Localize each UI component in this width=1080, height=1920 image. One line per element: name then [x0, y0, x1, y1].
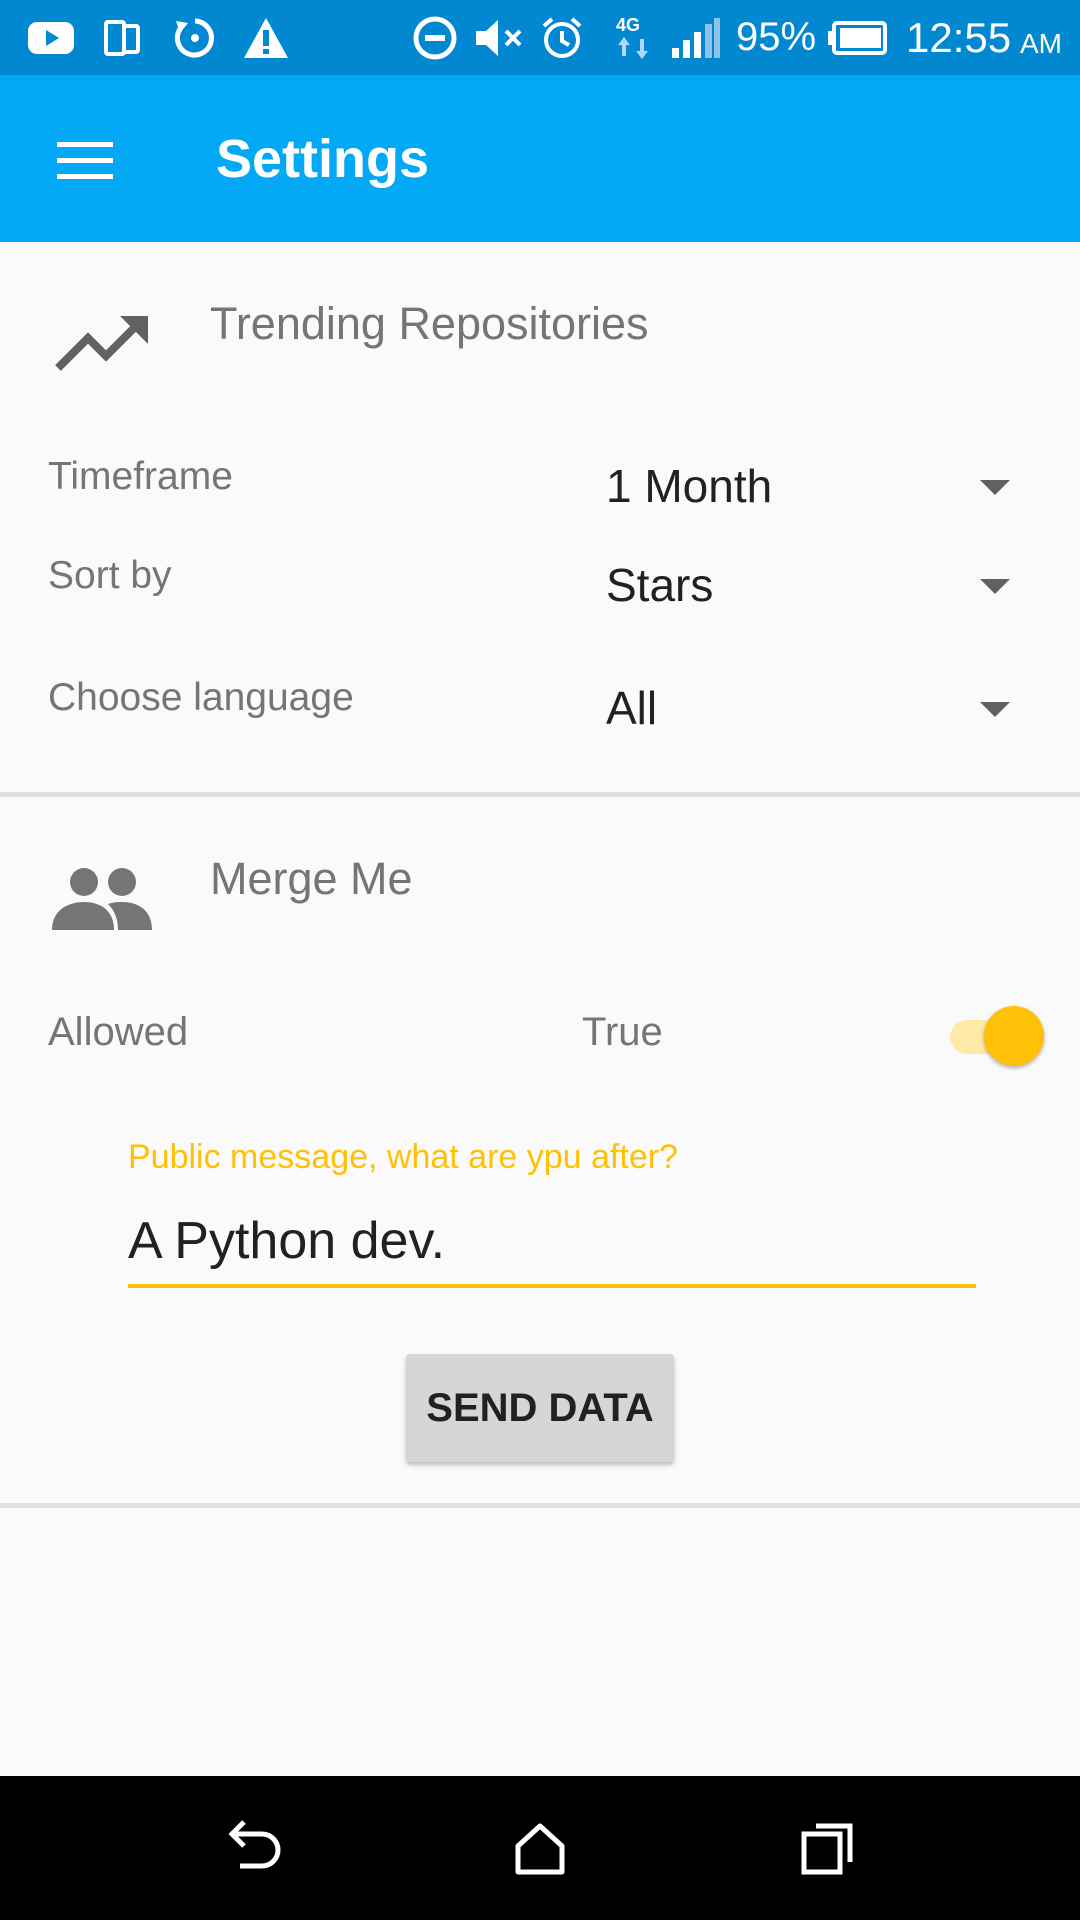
message-input[interactable]: [128, 1198, 976, 1288]
alarm-icon: [538, 14, 586, 62]
do-not-disturb-icon: [412, 14, 458, 62]
trending-section-title: Trending Repositories: [210, 298, 649, 349]
send-data-button[interactable]: SEND DATA: [406, 1354, 674, 1462]
home-icon: [515, 1823, 565, 1875]
section-divider: [0, 792, 1080, 797]
dropdown-arrow-icon: [980, 579, 1010, 594]
network-type-label: 4G: [616, 15, 640, 35]
app-bar: Settings: [0, 75, 1080, 242]
back-button[interactable]: [204, 1798, 304, 1898]
people-icon: [50, 864, 154, 939]
navigation-bar: [0, 1776, 1080, 1920]
youtube-icon: [26, 14, 76, 62]
back-icon: [228, 1820, 281, 1869]
trending-up-icon: [54, 312, 150, 379]
menu-icon: [57, 142, 113, 179]
allowed-value: True: [582, 1010, 663, 1054]
sync-icon: [172, 14, 218, 62]
menu-button[interactable]: [40, 125, 130, 195]
dual-screen-icon: [102, 14, 142, 62]
recents-icon: [801, 1823, 853, 1875]
sort-by-value: Stars: [606, 559, 714, 611]
allowed-label: Allowed: [48, 1010, 189, 1054]
warning-icon: [242, 14, 290, 62]
status-bar: 4G 95% 12:55 AM: [0, 0, 1080, 75]
page-title: Settings: [216, 128, 430, 189]
section-divider: [0, 1503, 1080, 1508]
4g-icon: 4G: [614, 14, 654, 62]
merge-section-title: Merge Me: [210, 853, 413, 904]
signal-icon: [670, 14, 722, 62]
timeframe-dropdown[interactable]: 1 Month: [600, 446, 1030, 526]
home-button[interactable]: [490, 1798, 590, 1898]
battery-icon: [826, 14, 888, 62]
language-dropdown[interactable]: All: [600, 668, 1030, 748]
message-field-label: Public message, what are ypu after?: [128, 1138, 678, 1176]
dropdown-arrow-icon: [980, 480, 1010, 495]
sort-by-dropdown[interactable]: Stars: [600, 545, 1030, 625]
timeframe-value: 1 Month: [606, 460, 773, 512]
toggle-thumb: [984, 1006, 1044, 1066]
mute-icon: [472, 14, 528, 62]
recents-button[interactable]: [778, 1798, 878, 1898]
language-label: Choose language: [48, 676, 354, 719]
timeframe-label: Timeframe: [48, 455, 233, 498]
dropdown-arrow-icon: [980, 702, 1010, 717]
clock-ampm: AM: [1020, 27, 1062, 59]
battery-percent: 95%: [736, 15, 817, 59]
clock-time: 12:55: [906, 13, 1012, 61]
allowed-toggle[interactable]: [948, 1006, 1048, 1066]
sort-by-label: Sort by: [48, 554, 172, 597]
language-value: All: [606, 682, 658, 734]
